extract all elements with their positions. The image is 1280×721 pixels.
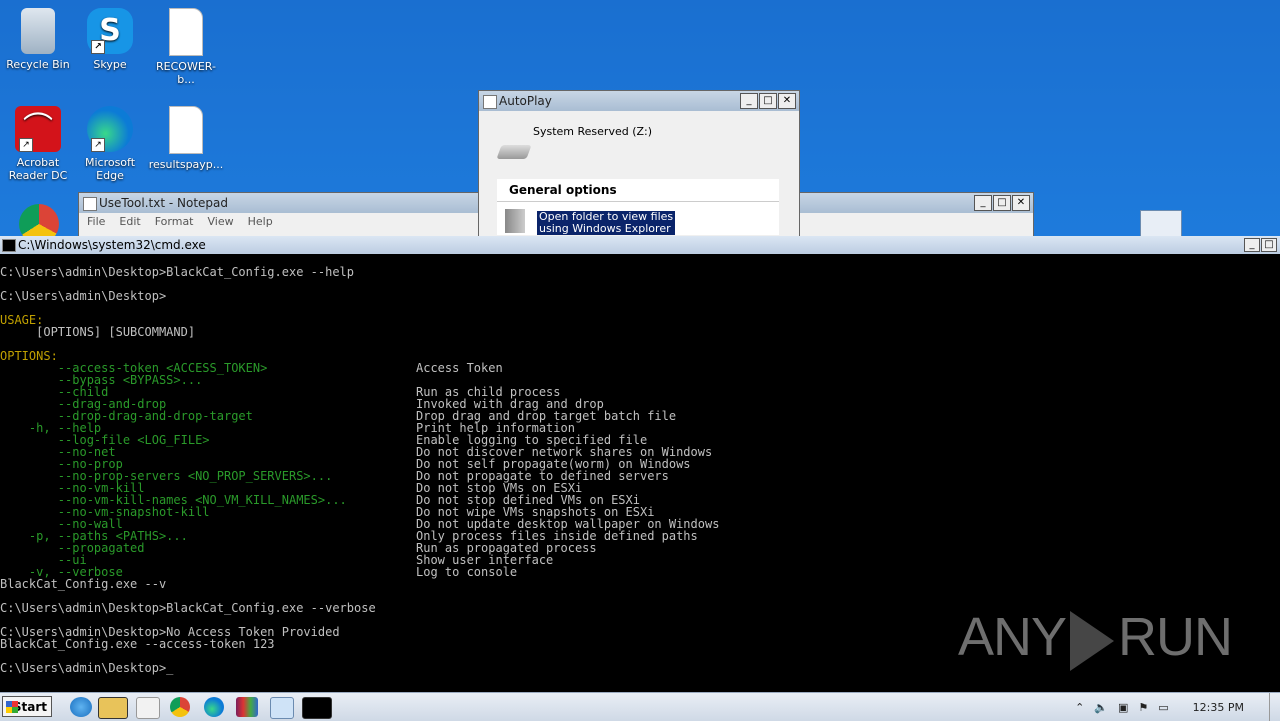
flag-icon[interactable]: ⚑ <box>1138 701 1148 714</box>
shortcut-arrow-icon: ↗ <box>19 138 33 152</box>
cmd-line: --drop-drag-and-drop-target Drop drag and… <box>0 410 1280 422</box>
cmd-option-description: Log to console <box>416 565 518 579</box>
folder-icon <box>505 209 525 233</box>
document-icon <box>169 8 203 56</box>
general-options-panel: General options Open folder to view file… <box>497 179 779 235</box>
tray-expand-icon[interactable]: ⌃ <box>1075 701 1084 714</box>
network-icon[interactable]: ▣ <box>1118 701 1128 714</box>
cmd-line: -p, --paths <PATHS>... Only process files… <box>0 530 1280 542</box>
background-window-icon <box>1140 210 1182 238</box>
desktop-icon-label: Microsoft Edge <box>84 156 136 182</box>
taskbar: Start ⌃ 🔈 ▣ ⚑ ▭ 12:35 PM <box>0 692 1280 721</box>
cmd-taskbar-icon[interactable] <box>302 697 332 719</box>
windows-logo-icon <box>6 701 18 713</box>
drive-icon <box>496 145 532 159</box>
cmd-line-text: C:\Users\admin\Desktop>BlackCat_Config.e… <box>0 265 355 279</box>
menu-file[interactable]: File <box>87 213 105 231</box>
open-folder-option-sub: using Windows Explorer <box>539 222 671 235</box>
minimize-button[interactable]: _ <box>1244 238 1260 252</box>
cmd-line-text: BlackCat_Config.exe --v <box>0 577 167 591</box>
show-desktop-button[interactable] <box>1269 693 1280 721</box>
autoplay-title: AutoPlay <box>499 94 552 108</box>
cmd-line: C:\Users\admin\Desktop> <box>0 290 1280 302</box>
menu-edit[interactable]: Edit <box>119 213 140 231</box>
anyrun-watermark: ANY RUN <box>957 606 1233 671</box>
chrome-icon[interactable] <box>170 697 190 717</box>
drive-label: System Reserved (Z:) <box>533 125 653 138</box>
desktop-icon-recower[interactable]: RECOWER-b... <box>148 8 224 86</box>
cmd-line-text: BlackCat_Config.exe --access-token 123 <box>0 637 275 651</box>
maximize-button[interactable]: □ <box>1261 238 1277 252</box>
cmd-line-text: C:\Users\admin\Desktop>_ <box>0 661 174 675</box>
desktop-icon-resultspayp[interactable]: resultspayp... <box>148 106 224 171</box>
autoplay-titlebar[interactable]: AutoPlay _ □ ✕ <box>479 91 799 111</box>
cmd-line <box>0 338 1280 350</box>
edge-icon: ↗ <box>87 106 133 152</box>
start-button[interactable]: Start <box>2 696 52 717</box>
autoplay-body: System Reserved (Z:) General options Ope… <box>479 111 799 235</box>
shortcut-arrow-icon: ↗ <box>91 138 105 152</box>
notepad-icon <box>83 197 97 211</box>
cmd-title: C:\Windows\system32\cmd.exe <box>18 238 206 252</box>
cmd-line <box>0 278 1280 290</box>
cmd-line: --no-prop-servers <NO_PROP_SERVERS>... Do… <box>0 470 1280 482</box>
desktop-icon-label: RECOWER-b... <box>156 60 216 86</box>
cmd-line: --ui Show user interface <box>0 554 1280 566</box>
acrobat-icon: ⌒ ↗ <box>15 106 61 152</box>
explorer-icon[interactable] <box>98 697 128 719</box>
desktop-icon-label: resultspayp... <box>148 158 224 171</box>
maximize-button[interactable]: □ <box>993 195 1011 211</box>
cmd-line-text: [OPTIONS] [SUBCOMMAND] <box>0 325 196 339</box>
volume-icon[interactable]: 🔈 <box>1094 701 1108 714</box>
edge-icon[interactable] <box>204 697 224 717</box>
cmd-line: --bypass <BYPASS>... <box>0 374 1280 386</box>
watermark-left: ANY <box>957 607 1067 667</box>
minimize-button[interactable]: _ <box>974 195 992 211</box>
autoplay-window[interactable]: AutoPlay _ □ ✕ System Reserved (Z:) Gene… <box>478 90 800 238</box>
desktop-icon-edge[interactable]: ↗ Microsoft Edge <box>72 106 148 182</box>
cmd-line: BlackCat_Config.exe --v <box>0 578 1280 590</box>
cmd-line: --child Run as child process <box>0 386 1280 398</box>
cmd-line: [OPTIONS] [SUBCOMMAND] <box>0 326 1280 338</box>
desktop-icon-label: Recycle Bin <box>6 58 70 71</box>
clock[interactable]: 12:35 PM <box>1193 701 1244 714</box>
cmd-titlebar[interactable]: C:\Windows\system32\cmd.exe _ □ <box>0 236 1280 254</box>
document-icon <box>169 106 203 154</box>
close-button[interactable]: ✕ <box>1012 195 1030 211</box>
maximize-button[interactable]: □ <box>759 93 777 109</box>
desktop-icon-skype[interactable]: S ↗ Skype <box>72 8 148 71</box>
desktop-icon-label: Acrobat Reader DC <box>8 156 68 182</box>
close-button[interactable]: ✕ <box>778 93 796 109</box>
desktop-icon-recycle-bin[interactable]: Recycle Bin <box>0 8 76 71</box>
general-options-heading: General options <box>497 179 779 202</box>
menu-help[interactable]: Help <box>248 213 273 231</box>
cmd-line: C:\Users\admin\Desktop>BlackCat_Config.e… <box>0 266 1280 278</box>
shortcut-arrow-icon: ↗ <box>91 40 105 54</box>
play-logo-icon <box>1070 610 1114 671</box>
media-player-icon[interactable] <box>136 697 160 719</box>
open-folder-option[interactable]: Open folder to view files using Windows E… <box>537 211 676 235</box>
cmd-line: --propagated Run as propagated process <box>0 542 1280 554</box>
menu-view[interactable]: View <box>208 213 234 231</box>
notepad-title: UseTool.txt - Notepad <box>99 196 229 210</box>
cmd-line: -v, --verbose Log to console <box>0 566 1280 578</box>
cmd-option-description: Access Token <box>416 361 503 375</box>
menu-format[interactable]: Format <box>155 213 194 231</box>
skype-icon: S ↗ <box>87 8 133 54</box>
cmd-line-text: C:\Users\admin\Desktop> <box>0 289 167 303</box>
power-icon[interactable]: ▭ <box>1158 701 1168 714</box>
autoplay-icon <box>483 95 497 109</box>
watermark-right: RUN <box>1118 607 1233 667</box>
system-tray: ⌃ 🔈 ▣ ⚑ ▭ 12:35 PM <box>1075 693 1280 721</box>
cmd-line-text: C:\Users\admin\Desktop>BlackCat_Config.e… <box>0 601 376 615</box>
winrar-icon[interactable] <box>236 697 258 717</box>
recycle-bin-icon <box>21 8 55 54</box>
notepad-taskbar-icon[interactable] <box>270 697 294 719</box>
ie-icon[interactable] <box>70 697 92 717</box>
desktop-icon-acrobat[interactable]: ⌒ ↗ Acrobat Reader DC <box>0 106 76 182</box>
cmd-icon <box>2 239 16 252</box>
cmd-line <box>0 302 1280 314</box>
minimize-button[interactable]: _ <box>740 93 758 109</box>
desktop-icon-label: Skype <box>93 58 127 71</box>
